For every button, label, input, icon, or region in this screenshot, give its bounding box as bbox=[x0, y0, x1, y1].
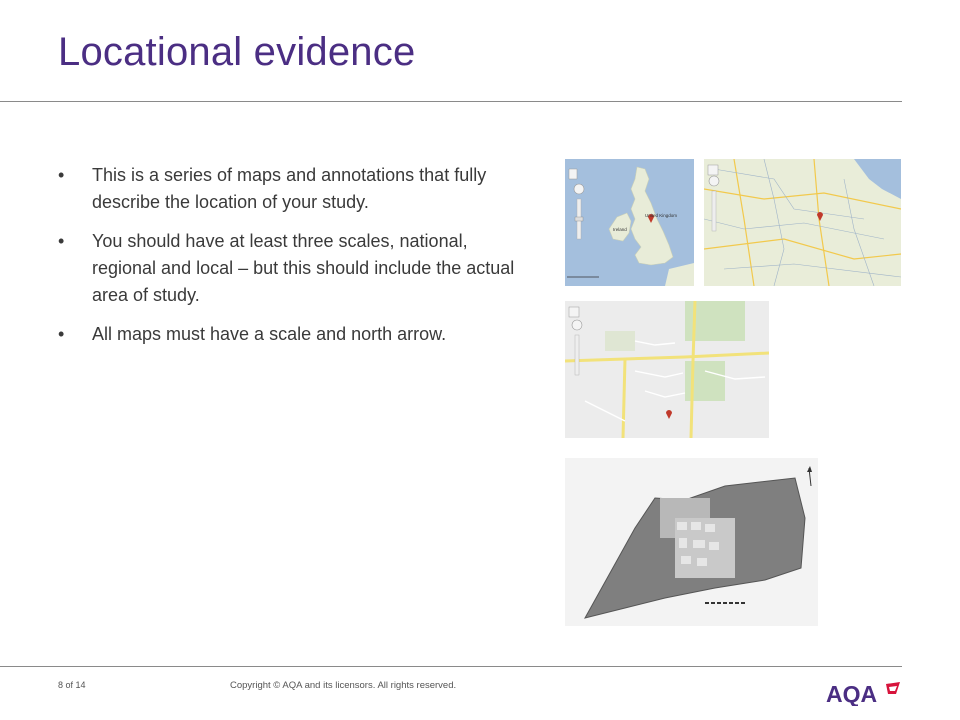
bullet-text: All maps must have a scale and north arr… bbox=[92, 324, 447, 344]
bullet-symbol: • bbox=[58, 324, 65, 344]
local-map-image bbox=[565, 301, 769, 438]
ireland-label: Ireland bbox=[613, 227, 627, 232]
bullet-list: • This is a series of maps and annotatio… bbox=[58, 162, 528, 360]
footer-divider bbox=[0, 666, 902, 667]
bullet-symbol: • bbox=[58, 231, 65, 251]
site-plan-image bbox=[565, 458, 818, 626]
uk-label: United Kingdom bbox=[645, 213, 677, 218]
copyright-text: Copyright © AQA and its licensors. All r… bbox=[230, 680, 457, 691]
bullet-item: • You should have at least three scales,… bbox=[58, 228, 528, 309]
national-map-image: United Kingdom Ireland bbox=[565, 159, 694, 286]
bullet-text: You should have at least three scales, n… bbox=[92, 231, 515, 305]
aqa-logo-text: AQA bbox=[826, 681, 877, 706]
slide-title: Locational evidence bbox=[58, 30, 416, 74]
bullet-item: • All maps must have a scale and north a… bbox=[58, 321, 528, 348]
title-divider bbox=[0, 101, 902, 102]
bullet-text: This is a series of maps and annotations… bbox=[92, 165, 487, 212]
bullet-symbol: • bbox=[58, 165, 65, 185]
page-number: 8 of 14 bbox=[58, 680, 86, 690]
regional-map-image bbox=[704, 159, 901, 286]
aqa-logo: AQA bbox=[826, 680, 902, 707]
bullet-item: • This is a series of maps and annotatio… bbox=[58, 162, 528, 216]
